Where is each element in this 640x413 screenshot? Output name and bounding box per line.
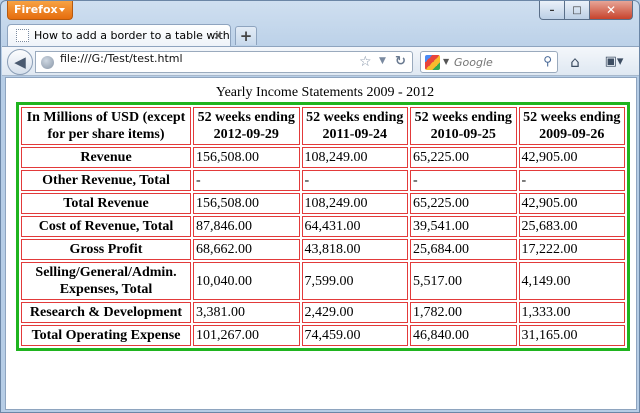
search-engine-dropdown-icon[interactable]: ▼ [443, 57, 449, 66]
table-cell: 65,225.00 [410, 193, 517, 214]
tab-close-icon[interactable]: × [212, 30, 224, 42]
table-cell: 42,905.00 [518, 193, 625, 214]
table-cell: 1,782.00 [410, 302, 517, 323]
table-header-row: In Millions of USD (except for per share… [21, 107, 625, 145]
minimize-button[interactable]: – [539, 1, 565, 20]
table-cell: 108,249.00 [301, 193, 408, 214]
table-cell: 64,431.00 [301, 216, 408, 237]
table-cell: 156,508.00 [193, 147, 300, 168]
table-cell: - [301, 170, 408, 191]
row-header: Gross Profit [21, 239, 191, 260]
row-header: Selling/General/Admin. Expenses, Total [21, 262, 191, 300]
table-cell: 156,508.00 [193, 193, 300, 214]
table-row: Other Revenue, Total - - - - [21, 170, 625, 191]
table-cell: 25,684.00 [410, 239, 517, 260]
page-viewport: Yearly Income Statements 2009 - 2012 In … [5, 77, 637, 410]
table-cell: 101,267.00 [193, 325, 300, 346]
chevron-down-icon [59, 8, 65, 12]
table-cell: 7,599.00 [301, 262, 408, 300]
row-header: Total Operating Expense [21, 325, 191, 346]
url-bar[interactable]: file:///G:/Test/test.html ☆ ▼ ↻ [35, 51, 413, 73]
tab-title: How to add a border to a table with CSS [34, 29, 230, 42]
row-header: Other Revenue, Total [21, 170, 191, 191]
row-header: Research & Development [21, 302, 191, 323]
table-cell: - [410, 170, 517, 191]
table-cell: 39,541.00 [410, 216, 517, 237]
browser-window: Firefox – □ ✕ How to add a border to a t… [0, 0, 640, 413]
firefox-menu-button[interactable]: Firefox [7, 1, 73, 20]
column-header: 52 weeks ending 2010-09-25 [410, 107, 517, 145]
star-icon[interactable]: ☆ [359, 54, 372, 70]
table-cell: 3,381.00 [193, 302, 300, 323]
back-arrow-icon: ◀ [14, 53, 26, 71]
table-row: Selling/General/Admin. Expenses, Total 1… [21, 262, 625, 300]
firefox-menu-label: Firefox [14, 3, 58, 16]
table-cell: 4,149.00 [518, 262, 625, 300]
page-content: Yearly Income Statements 2009 - 2012 In … [16, 84, 630, 351]
row-header: Revenue [21, 147, 191, 168]
table-cell: 65,225.00 [410, 147, 517, 168]
table-row: Total Operating Expense 101,267.00 74,45… [21, 325, 625, 346]
table-cell: 42,905.00 [518, 147, 625, 168]
table-cell: 87,846.00 [193, 216, 300, 237]
maximize-button[interactable]: □ [565, 1, 590, 20]
table-cell: 5,517.00 [410, 262, 517, 300]
row-header: Total Revenue [21, 193, 191, 214]
column-header: In Millions of USD (except for per share… [21, 107, 191, 145]
table-row: Research & Development 3,381.00 2,429.00… [21, 302, 625, 323]
column-header: 52 weeks ending 2009-09-26 [518, 107, 625, 145]
new-tab-button[interactable]: + [235, 26, 257, 45]
table-row: Cost of Revenue, Total 87,846.00 64,431.… [21, 216, 625, 237]
search-input[interactable] [454, 52, 536, 72]
url-history-dropdown-icon[interactable]: ▼ [379, 56, 386, 66]
table-caption: Yearly Income Statements 2009 - 2012 [215, 85, 435, 100]
table-cell: 108,249.00 [301, 147, 408, 168]
window-controls: – □ ✕ [539, 1, 633, 20]
table-row: Revenue 156,508.00 108,249.00 65,225.00 … [21, 147, 625, 168]
close-window-button[interactable]: ✕ [590, 1, 633, 20]
column-header: 52 weeks ending 2011-09-24 [301, 107, 408, 145]
table-cell: 17,222.00 [518, 239, 625, 260]
navigation-toolbar: ◀ file:///G:/Test/test.html ☆ ▼ ↻ ▼ ⚲ ⌂ … [2, 46, 639, 76]
magnifier-icon[interactable]: ⚲ [543, 54, 552, 68]
tab-active[interactable]: How to add a border to a table with CSS … [7, 24, 231, 46]
home-icon[interactable]: ⌂ [565, 52, 585, 72]
table-row: Total Revenue 156,508.00 108,249.00 65,2… [21, 193, 625, 214]
page-favicon-icon [16, 29, 29, 42]
google-icon[interactable] [425, 55, 440, 70]
table-cell: 31,165.00 [518, 325, 625, 346]
table-row: Gross Profit 68,662.00 43,818.00 25,684.… [21, 239, 625, 260]
income-statement-table: In Millions of USD (except for per share… [16, 102, 630, 351]
bookmarks-icon[interactable]: ▣▾ [598, 52, 630, 72]
table-cell: 74,459.00 [301, 325, 408, 346]
table-cell: 1,333.00 [518, 302, 625, 323]
search-bar: ▼ ⚲ [420, 51, 558, 73]
column-header: 52 weeks ending 2012-09-29 [193, 107, 300, 145]
globe-icon [41, 56, 54, 69]
table-cell: 2,429.00 [301, 302, 408, 323]
table-cell: - [518, 170, 625, 191]
table-cell: 68,662.00 [193, 239, 300, 260]
reload-icon[interactable]: ↻ [395, 54, 406, 69]
row-header: Cost of Revenue, Total [21, 216, 191, 237]
table-cell: 46,840.00 [410, 325, 517, 346]
table-cell: 25,683.00 [518, 216, 625, 237]
table-cell: 10,040.00 [193, 262, 300, 300]
back-button[interactable]: ◀ [7, 49, 33, 75]
table-cell: 43,818.00 [301, 239, 408, 260]
table-cell: - [193, 170, 300, 191]
url-text: file:///G:/Test/test.html [60, 52, 183, 65]
